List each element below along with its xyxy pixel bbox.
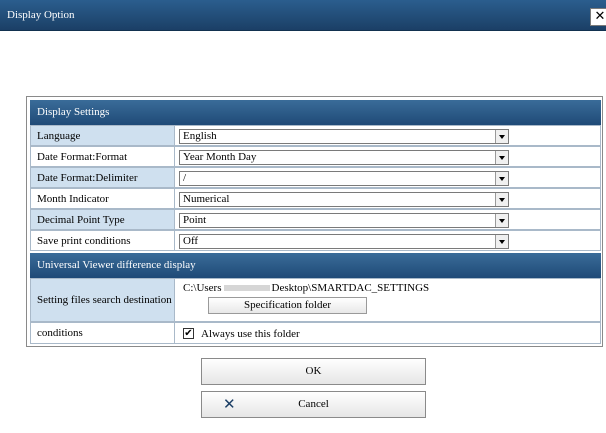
conditions-row: conditions ✔ Always use this folder (30, 322, 601, 344)
date-delimiter-select[interactable]: / (179, 171, 509, 186)
setting-label: conditions (30, 322, 175, 344)
dropdown-arrow-icon[interactable] (495, 193, 508, 206)
path-suffix: Desktop\SMARTDAC_SETTINGS (271, 282, 430, 294)
dropdown-arrow-icon[interactable] (495, 130, 508, 143)
viewer-section-header: Universal Viewer difference display (30, 253, 601, 278)
save-print-select[interactable]: Off (179, 234, 509, 249)
setting-label: Language (30, 125, 175, 146)
dropdown-arrow-icon[interactable] (495, 151, 508, 164)
setting-row-save-print: Save print conditions Off (30, 230, 601, 251)
checkbox-label: Always use this folder (201, 328, 300, 340)
select-value: Point (183, 214, 207, 226)
folder-path: C:\Users Desktop\SMARTDAC_SETTINGS (183, 282, 429, 294)
setting-label: Date Format:Delimiter (30, 167, 175, 188)
always-use-folder-checkbox[interactable]: ✔ (183, 328, 194, 339)
setting-label: Decimal Point Type (30, 209, 175, 230)
search-destination-row: Setting files search destination C:\User… (30, 278, 601, 322)
close-button[interactable]: ✕ (590, 8, 606, 26)
checkmark-icon: ✔ (184, 328, 193, 339)
ok-button[interactable]: OK (201, 358, 426, 385)
decimal-point-select[interactable]: Point (179, 213, 509, 228)
cancel-x-icon: ✕ (223, 395, 236, 413)
month-indicator-select[interactable]: Numerical (179, 192, 509, 207)
select-value: English (183, 130, 217, 142)
redacted-username (223, 285, 270, 292)
dropdown-arrow-icon[interactable] (495, 172, 508, 185)
dropdown-arrow-icon[interactable] (495, 235, 508, 248)
setting-label: Save print conditions (30, 230, 175, 251)
setting-row-language: Language English (30, 125, 601, 146)
setting-label: Date Format:Format (30, 146, 175, 167)
dropdown-arrow-icon[interactable] (495, 214, 508, 227)
select-value: / (183, 172, 187, 184)
setting-row-month-indicator: Month Indicator Numerical (30, 188, 601, 209)
language-select[interactable]: English (179, 129, 509, 144)
specification-folder-button[interactable]: Specification folder (208, 297, 367, 314)
setting-label: Setting files search destination (30, 278, 175, 322)
setting-label: Month Indicator (30, 188, 175, 209)
select-value: Off (183, 235, 199, 247)
title-bar: Display Option ✕ (0, 0, 606, 31)
window-title: Display Option (7, 9, 75, 21)
setting-row-decimal-point: Decimal Point Type Point (30, 209, 601, 230)
setting-row-date-delimiter: Date Format:Delimiter / (30, 167, 601, 188)
display-settings-header: Display Settings (30, 100, 601, 125)
ok-label: OK (305, 365, 322, 377)
cancel-label: Cancel (298, 398, 329, 410)
path-prefix: C:\Users (183, 282, 222, 294)
close-icon: ✕ (594, 9, 606, 24)
select-value: Year Month Day (183, 151, 257, 163)
setting-row-date-format: Date Format:Format Year Month Day (30, 146, 601, 167)
select-value: Numerical (183, 193, 230, 205)
cancel-button[interactable]: ✕ Cancel (201, 391, 426, 418)
date-format-select[interactable]: Year Month Day (179, 150, 509, 165)
